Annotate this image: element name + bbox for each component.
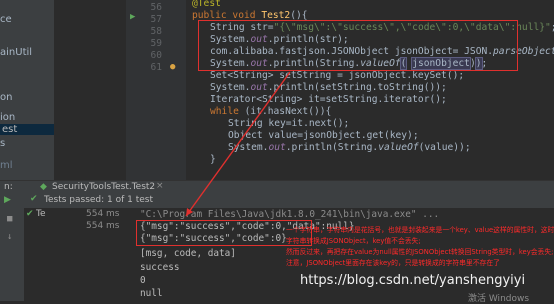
windows-activation-watermark: 激活 Windows: [468, 294, 530, 304]
annotation-note-line: 一个字符串，字符串内是花括号，也就是封装起来是一个key、value这样的属性时…: [286, 226, 554, 234]
annotation-note-line: 字符串转换成JSONObject，key值不会丢失;: [286, 237, 421, 245]
blog-watermark: https://blog.csdn.net/yanshengyiyi: [300, 273, 526, 288]
annotation-note-line: 注意，JSONObject里面存在该key的，只是转换成的字符串里不存在了: [286, 259, 500, 267]
annotation-note-line: 然而反过来，再把存在value为null属性的JSONObject转换回Stri…: [286, 248, 554, 256]
